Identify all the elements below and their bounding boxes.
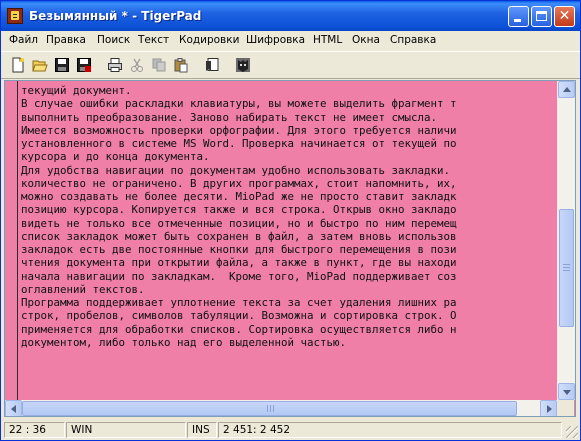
text-line: выполнить преобразование. Заново набират… [21,110,438,124]
menu-bar: Файл Правка Поиск Текст Кодировки Шифров… [1,31,580,50]
menu-encodings[interactable]: Кодировки [179,34,239,46]
text-editor[interactable]: текущий документ. В случае ошибки раскла… [4,80,576,417]
cut-icon[interactable] [129,57,145,73]
editor-gutter [5,81,17,400]
grip-icon [267,405,268,412]
vertical-scrollbar[interactable] [557,81,575,400]
copy-icon[interactable] [151,57,167,73]
text-line: чтения документа при открытии файла, а т… [21,256,457,270]
text-line: установленного в системе MS Word. Провер… [21,137,457,150]
horizontal-scrollbar[interactable] [5,400,557,416]
text-line: видеть не только все отмеченные позиции,… [21,216,457,230]
minimize-button[interactable] [508,6,529,27]
arrow-down-icon [563,390,571,395]
title-bar[interactable]: Безымянный * - TigerPad ✕ [1,1,580,31]
menu-edit[interactable]: Правка [46,34,86,46]
text-line: Для удобства навигации по документам удо… [21,163,451,177]
scroll-down-button[interactable] [558,383,575,400]
tigerpad-app-icon[interactable] [7,8,23,24]
grip-icon [273,405,274,412]
text-line: оглавлений текстов. [21,282,145,296]
maximize-icon [536,11,547,21]
menu-file[interactable]: Файл [9,34,38,46]
text-line: применяется для обработки списков. Сорти… [21,322,457,336]
text-line: позицию курсора. Копируется также и вся … [21,203,457,217]
vertical-scroll-thumb[interactable] [559,209,574,327]
new-file-icon[interactable] [10,57,26,73]
text-line: Имеется возможность проверки орфографии.… [21,123,457,137]
menu-help[interactable]: Справка [390,34,436,46]
status-encoding: WIN [66,422,186,438]
grip-icon [563,264,570,265]
text-line: Программа поддерживает уплотнение текста… [21,296,457,309]
maximize-button[interactable] [531,6,552,27]
text-line [21,349,558,362]
arrow-left-icon [11,405,16,413]
grip-icon [270,405,271,412]
text-line: текущий документ. [21,84,132,97]
toolbar [1,51,580,79]
horizontal-scroll-thumb[interactable] [22,401,517,416]
tiger-icon[interactable] [235,57,251,73]
menu-search[interactable]: Поиск [97,34,130,46]
close-icon: ✕ [558,8,571,24]
status-char-count: 2 451: 2 452 [218,422,562,438]
text-line: список закладок может быть сохранен в фа… [21,229,457,243]
save-icon[interactable] [54,57,70,73]
print-icon[interactable] [107,57,123,73]
text-line: можно создавать не более десяти. MioPad … [21,190,457,203]
text-line: курсора и до конца документа. [21,150,210,164]
app-window: Безымянный * - TigerPad ✕ Файл Правка По… [0,0,581,441]
text-line: строк, пробелов, символов табуляции. Воз… [21,309,457,323]
paste-icon[interactable] [173,57,189,73]
scrollbar-corner [557,400,574,416]
menu-windows[interactable]: Окна [352,34,380,46]
resize-grip-icon[interactable] [566,426,578,438]
window-title: Безымянный * - TigerPad [29,9,202,23]
scroll-up-button[interactable] [558,81,575,98]
menu-encryption[interactable]: Шифровка [246,34,305,46]
bookmark-icon[interactable] [204,57,220,73]
status-cursor-position: 22 : 36 [4,422,65,438]
menu-text[interactable]: Текст [138,34,169,46]
menu-html[interactable]: HTML [313,34,342,46]
text-line: количество не ограничено. В других прогр… [21,176,457,190]
status-bar: 22 : 36 WIN INS 2 451: 2 452 [1,420,580,440]
scroll-left-button[interactable] [5,400,22,416]
editor-text-area[interactable]: текущий документ. В случае ошибки раскла… [21,84,558,400]
arrow-right-icon [547,405,552,413]
gutter-divider [17,81,18,400]
arrow-up-icon [563,87,571,92]
text-line: закладок есть две постоянные кнопки для … [21,243,457,256]
grip-icon [563,267,570,268]
close-button[interactable]: ✕ [554,6,575,27]
text-line: документом, либо только над его выделенн… [21,335,347,349]
text-line: начала навигации по закладкам. Кроме тог… [21,269,457,283]
scroll-right-button[interactable] [540,400,557,416]
status-insert-mode: INS [187,422,217,438]
save-all-icon[interactable] [76,57,92,73]
open-folder-icon[interactable] [32,57,48,73]
minimize-icon [514,19,521,22]
grip-icon [563,270,570,271]
text-line: В случае ошибки раскладки клавиатуры, вы… [21,97,457,111]
